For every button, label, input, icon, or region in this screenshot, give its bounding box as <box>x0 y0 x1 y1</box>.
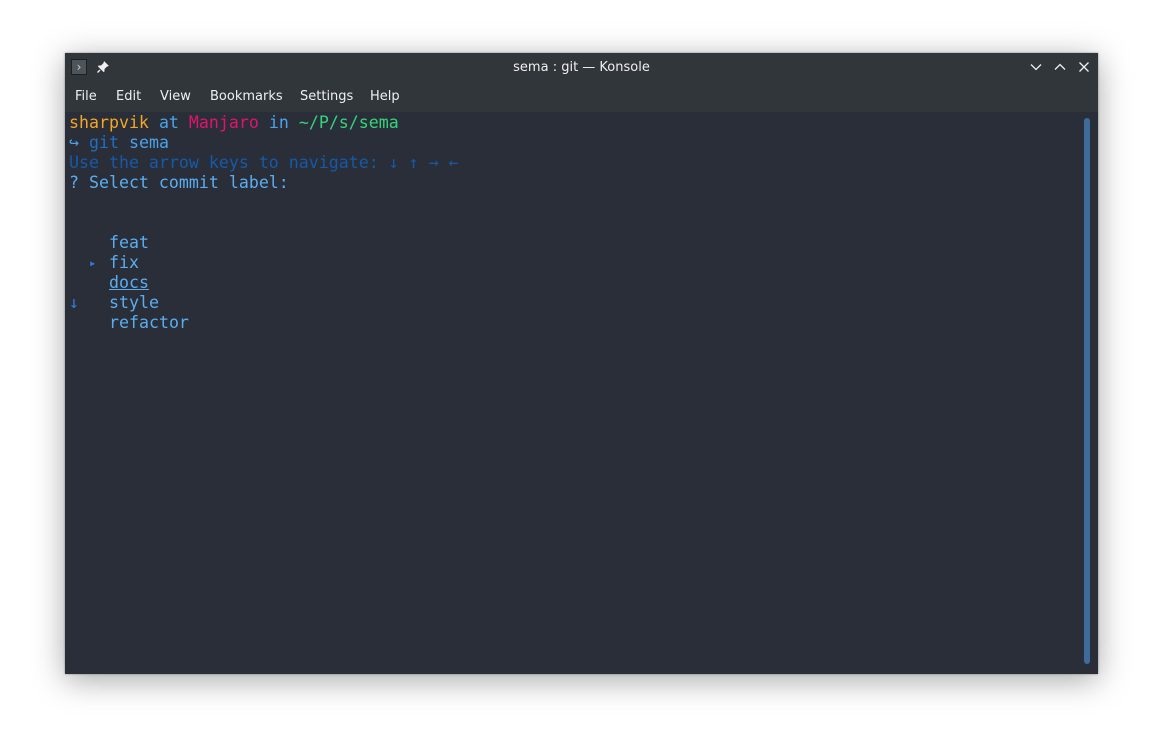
option-feat[interactable]: feat <box>69 193 149 252</box>
option-label: refactor <box>109 313 189 332</box>
close-button[interactable] <box>1077 60 1091 74</box>
prompt-in: in <box>268 113 289 132</box>
menu-bar: File Edit View Bookmarks Settings Help <box>65 82 1098 112</box>
prompt-path: ~/P/s/sema <box>298 113 399 132</box>
scrollbar[interactable] <box>1077 112 1098 674</box>
chevron-down-icon <box>1030 64 1042 71</box>
minimize-button[interactable] <box>1029 60 1043 74</box>
option-refactor[interactable]: ↓ refactor <box>69 273 189 332</box>
menu-bookmarks[interactable]: Bookmarks <box>205 82 288 112</box>
command-arg: sema <box>128 133 169 152</box>
prompt-host: Manjaro <box>188 113 259 132</box>
chevron-up-icon <box>1054 63 1066 70</box>
option-fix[interactable]: fix <box>69 213 139 272</box>
prompt-user: sharpvik <box>69 113 149 132</box>
title-bar[interactable]: › sema : git — Konsole <box>65 53 1098 82</box>
menu-settings[interactable]: Settings <box>295 82 358 112</box>
select-question: ? Select commit label: <box>69 173 289 192</box>
terminal-output[interactable]: sharpvik at Manjaro in ~/P/s/sema ↪ git … <box>65 112 1077 674</box>
option-docs-selected[interactable]: ▸ docs <box>69 233 149 292</box>
prompt-at: at <box>158 113 179 132</box>
menu-file[interactable]: File <box>70 82 102 112</box>
option-style[interactable]: style <box>69 253 159 312</box>
menu-edit[interactable]: Edit <box>111 82 146 112</box>
prompt-arrow-icon: ↪ <box>69 133 79 152</box>
prompt-line: sharpvik at Manjaro in ~/P/s/sema <box>69 113 399 133</box>
command-line: ↪ git sema <box>69 133 169 153</box>
navigation-hint: Use the arrow keys to navigate: ↓ ↑ → ← <box>69 153 459 172</box>
menu-view[interactable]: View <box>155 82 196 112</box>
maximize-button[interactable] <box>1053 60 1067 74</box>
command-name: git <box>89 133 119 152</box>
scroll-more-down-icon: ↓ <box>69 293 79 312</box>
konsole-window: › sema : git — Konsole File Edit View Bo… <box>65 53 1098 674</box>
window-title: sema : git — Konsole <box>513 60 650 75</box>
close-icon <box>1079 62 1089 72</box>
menu-help[interactable]: Help <box>365 82 405 112</box>
scrollbar-thumb[interactable] <box>1084 118 1090 664</box>
